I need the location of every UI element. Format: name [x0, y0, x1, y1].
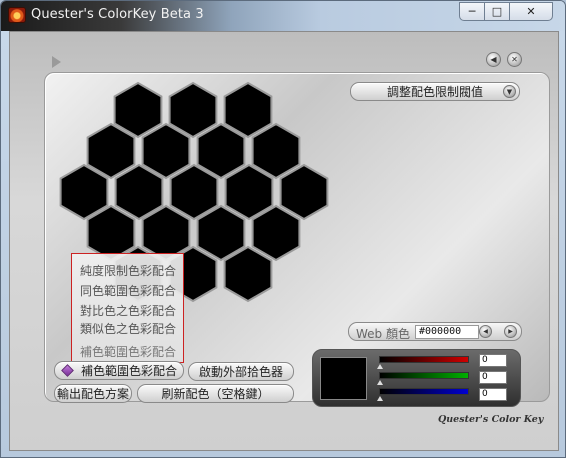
menu-item-purity[interactable]: 純度限制色彩配合 [80, 262, 176, 279]
close-button[interactable]: ✕ [509, 2, 553, 21]
color-hexagon[interactable] [279, 163, 329, 221]
close-icon: ✕ [526, 5, 536, 18]
color-editor: 0 0 0 [312, 349, 521, 407]
window-title: Quester's ColorKey Beta 3 [31, 7, 204, 22]
app-icon [8, 7, 26, 23]
color-hexagon[interactable] [223, 81, 273, 139]
red-slider[interactable] [379, 356, 469, 363]
blue-slider-thumb[interactable] [377, 396, 383, 401]
web-color-prev-icon[interactable]: ◀ [479, 325, 492, 338]
red-value-field[interactable]: 0 [479, 354, 507, 367]
color-hexagon[interactable] [114, 163, 164, 221]
maximize-icon: □ [491, 5, 503, 18]
scheme-select-button[interactable]: 補色範圍色彩配合 [54, 361, 184, 380]
refresh-scheme-label: 刷新配色（空格鍵） [161, 387, 270, 401]
green-slider[interactable] [379, 372, 469, 379]
app-window: Quester's ColorKey Beta 3 ─ □ ✕ ◀ ✕ 調整配色… [0, 0, 566, 458]
brand-label: Quester's Color Key [438, 414, 544, 425]
color-hexagon[interactable] [251, 122, 301, 180]
color-hexagon[interactable] [168, 81, 218, 139]
color-hexagon[interactable] [86, 122, 136, 180]
color-hexagon[interactable] [196, 204, 246, 262]
web-color-bar: Web 顏色 #000000 ◀ ▶ [348, 322, 522, 341]
color-hexagon[interactable] [251, 204, 301, 262]
maximize-button[interactable]: □ [484, 2, 510, 21]
red-slider-thumb[interactable] [377, 364, 383, 369]
minimize-icon: ─ [468, 5, 476, 18]
title-bar[interactable]: Quester's ColorKey Beta 3 ─ □ ✕ [1, 1, 565, 31]
menu-item-complement[interactable]: 補色範圍色彩配合 [80, 343, 176, 360]
color-hexagon[interactable] [86, 204, 136, 262]
color-hexagon[interactable] [141, 122, 191, 180]
green-slider-thumb[interactable] [377, 380, 383, 385]
color-hexagon[interactable] [59, 163, 109, 221]
web-color-field[interactable]: #000000 [415, 325, 479, 339]
menu-item-analogous[interactable]: 類似色之色彩配合 [80, 320, 176, 337]
web-color-next-icon[interactable]: ▶ [504, 325, 517, 338]
external-picker-button[interactable]: 啟動外部拾色器 [188, 362, 294, 381]
blue-slider[interactable] [379, 388, 469, 395]
color-hexagon[interactable] [224, 163, 274, 221]
export-scheme-label: 輸出配色方案 [56, 387, 129, 401]
menu-item-contrast[interactable]: 對比色之色彩配合 [80, 302, 176, 319]
external-picker-label: 啟動外部拾色器 [198, 365, 283, 379]
scheme-select-label: 補色範圍色彩配合 [81, 364, 178, 378]
export-scheme-button[interactable]: 輸出配色方案 [54, 384, 132, 403]
blue-value-field[interactable]: 0 [479, 388, 507, 401]
minimize-button[interactable]: ─ [459, 2, 485, 21]
color-hexagon[interactable] [169, 163, 219, 221]
refresh-scheme-button[interactable]: 刷新配色（空格鍵） [137, 384, 294, 403]
client-area: ◀ ✕ 調整配色限制閥值 ▼ 純度限制色彩配合 同色範圍色彩配合 對比色之色彩配… [9, 31, 559, 451]
current-color-swatch [320, 357, 367, 400]
color-hexagon[interactable] [223, 245, 273, 303]
scheme-dropdown-menu[interactable]: 純度限制色彩配合 同色範圍色彩配合 對比色之色彩配合 類似色之色彩配合 補色範圍… [71, 253, 184, 363]
color-hexagon[interactable] [113, 81, 163, 139]
scheme-icon [61, 364, 74, 377]
green-value-field[interactable]: 0 [479, 371, 507, 384]
color-hexagon[interactable] [196, 122, 246, 180]
color-hexagon[interactable] [141, 204, 191, 262]
web-color-label: Web 顏色 [356, 327, 410, 341]
menu-item-same-hue[interactable]: 同色範圍色彩配合 [80, 282, 176, 299]
